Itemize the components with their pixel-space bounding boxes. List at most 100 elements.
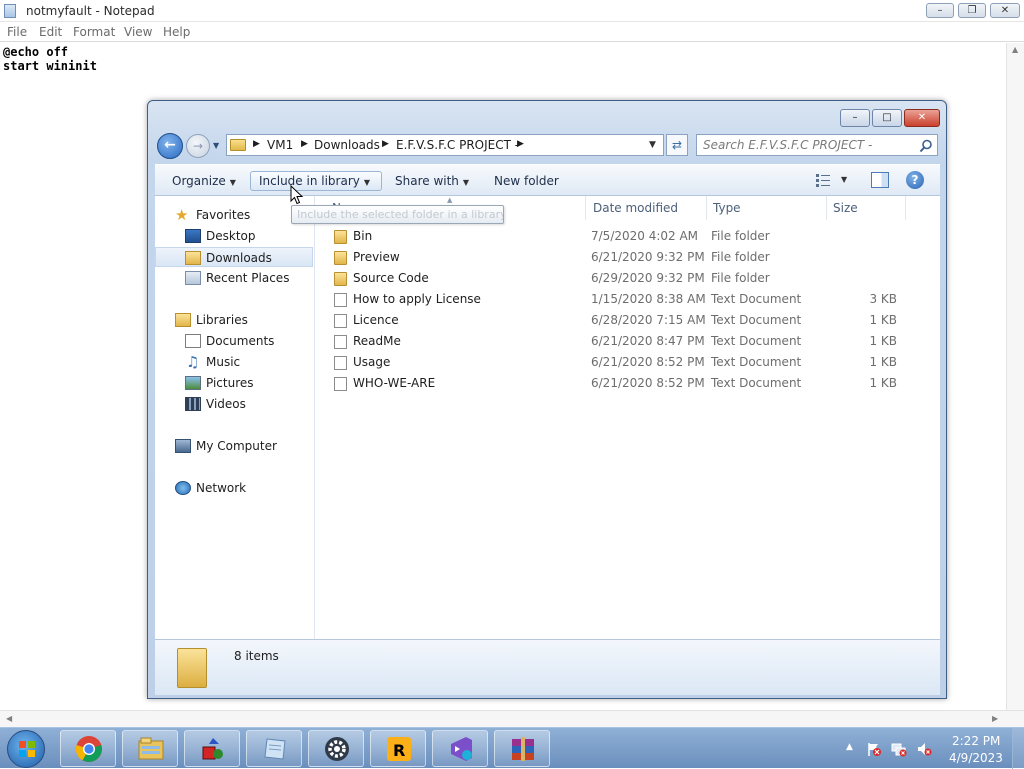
notepad-titlebar[interactable]: notmyfault - Notepad – ❐ ✕ <box>0 0 1024 22</box>
file-date-modified: 6/21/2020 8:47 PM <box>591 334 705 348</box>
organize-button[interactable]: Organize ▼ <box>164 171 244 191</box>
volume-muted-icon[interactable] <box>916 741 932 757</box>
windows-logo-icon <box>19 741 35 757</box>
recent-pages-dropdown-icon[interactable]: ▼ <box>213 141 219 150</box>
breadcrumb-current-folder[interactable]: E.F.V.S.F.C PROJECT - <box>396 138 519 152</box>
file-row[interactable]: Preview 6/21/2020 9:32 PM File folder <box>315 247 940 268</box>
column-header-date-modified[interactable]: Date modified <box>593 201 678 215</box>
forward-arrow-icon[interactable]: → <box>186 134 210 158</box>
view-options-dropdown-icon[interactable]: ▼ <box>841 175 847 184</box>
nav-label: Pictures <box>206 376 254 390</box>
nav-downloads[interactable]: Downloads <box>155 247 313 267</box>
file-row[interactable]: Source Code 6/29/2020 9:32 PM File folder <box>315 268 940 289</box>
menu-file[interactable]: File <box>7 25 27 39</box>
nav-desktop[interactable]: Desktop <box>155 226 313 246</box>
file-row[interactable]: How to apply License 1/15/2020 8:38 AM Tex… <box>315 289 940 310</box>
change-view-icon[interactable] <box>815 173 831 187</box>
menu-format[interactable]: Format <box>73 25 115 39</box>
notepad-horizontal-scrollbar[interactable]: ◀ ▶ <box>0 710 1024 727</box>
network-status-icon[interactable] <box>891 741 907 757</box>
explorer-maximize-button[interactable]: □ <box>872 109 902 127</box>
new-folder-button[interactable]: New folder <box>486 171 567 191</box>
breadcrumb-chevron-icon[interactable]: ▶ <box>517 139 524 149</box>
show-desktop-button[interactable] <box>1012 728 1024 769</box>
nav-videos[interactable]: Videos <box>155 394 313 414</box>
back-arrow-icon[interactable]: ← <box>157 133 183 159</box>
column-header-size[interactable]: Size <box>833 201 858 215</box>
column-divider[interactable] <box>905 196 906 220</box>
help-icon[interactable]: ? <box>906 171 924 189</box>
scroll-right-arrow-icon[interactable]: ▶ <box>992 714 998 723</box>
notepad-text-area[interactable]: @echo off start wininit <box>3 45 97 73</box>
clock-date[interactable]: 4/9/2023 <box>949 751 1003 765</box>
column-divider[interactable] <box>585 196 586 220</box>
breadcrumb-chevron-icon[interactable]: ▶ <box>382 139 389 149</box>
address-dropdown-icon[interactable]: ▼ <box>649 140 656 150</box>
taskbar-app-rockstar-launcher[interactable]: R <box>370 730 426 767</box>
navigation-pane: ★ Favorites Desktop Downloads Recent Pla… <box>155 196 315 639</box>
column-divider[interactable] <box>826 196 827 220</box>
taskbar-app-settings[interactable] <box>308 730 364 767</box>
file-row[interactable]: Bin 7/5/2020 4:02 AM File folder <box>315 226 940 247</box>
notepad-close-button[interactable]: ✕ <box>990 3 1020 18</box>
scroll-up-arrow-icon[interactable]: ▲ <box>1012 45 1018 54</box>
taskbar-app-winrar[interactable] <box>494 730 550 767</box>
search-box[interactable] <box>696 134 938 156</box>
nav-documents[interactable]: Documents <box>155 331 313 351</box>
file-date-modified: 6/29/2020 9:32 PM <box>591 271 705 285</box>
notepad-vertical-scrollbar[interactable]: ▲ <box>1006 43 1024 711</box>
nav-network[interactable]: Network <box>155 478 313 498</box>
notepad-restore-button[interactable]: ❐ <box>958 3 986 18</box>
file-row[interactable]: Usage 6/21/2020 8:52 PM Text Document 1 KB <box>315 352 940 373</box>
clock-time[interactable]: 2:22 PM <box>952 734 1000 748</box>
menu-help[interactable]: Help <box>163 25 190 39</box>
explorer-close-button[interactable]: ✕ <box>904 109 940 127</box>
show-hidden-icons-icon[interactable]: ▲ <box>846 742 853 752</box>
file-row[interactable]: WHO-WE-ARE 6/21/2020 8:52 PM Text Document… <box>315 373 940 394</box>
text-document-icon <box>334 293 347 307</box>
action-center-flag-icon[interactable] <box>866 741 882 757</box>
column-header-type[interactable]: Type <box>713 201 741 215</box>
taskbar-app-windows-explorer[interactable] <box>122 730 178 767</box>
breadcrumb-vm1[interactable]: VM1 <box>267 138 293 152</box>
address-bar[interactable]: ▶ VM1 ▶ Downloads ▶ E.F.V.S.F.C PROJECT … <box>226 134 664 156</box>
file-size: 3 KB <box>869 292 897 306</box>
include-in-library-button[interactable]: Include in library ▼ <box>250 171 382 191</box>
preview-pane-icon[interactable] <box>871 172 889 188</box>
file-date-modified: 6/21/2020 9:32 PM <box>591 250 705 264</box>
folder-icon <box>230 139 246 151</box>
taskbar-app-notepad[interactable] <box>246 730 302 767</box>
menu-edit[interactable]: Edit <box>39 25 62 39</box>
share-with-button[interactable]: Share with ▼ <box>387 171 477 191</box>
nav-my-computer[interactable]: My Computer <box>155 436 313 456</box>
nav-favorites[interactable]: ★ Favorites <box>155 205 313 225</box>
search-icon[interactable] <box>919 139 933 153</box>
file-row[interactable]: ReadMe 6/21/2020 8:47 PM Text Document 1 KB <box>315 331 940 352</box>
search-input[interactable] <box>703 138 909 152</box>
breadcrumb-chevron-icon[interactable]: ▶ <box>253 139 260 149</box>
notepad-minimize-button[interactable]: – <box>926 3 954 18</box>
nav-libraries[interactable]: Libraries <box>155 310 313 330</box>
breadcrumb-chevron-icon[interactable]: ▶ <box>301 139 308 149</box>
breadcrumb-downloads[interactable]: Downloads <box>314 138 380 152</box>
start-button[interactable] <box>7 730 45 768</box>
scroll-left-arrow-icon[interactable]: ◀ <box>6 714 12 723</box>
column-divider[interactable] <box>706 196 707 220</box>
file-row[interactable]: Licence 6/28/2020 7:15 AM Text Document 1 K… <box>315 310 940 331</box>
nav-recent-places[interactable]: Recent Places <box>155 268 313 288</box>
refresh-icon[interactable]: ⇄ <box>666 134 688 156</box>
nav-pictures[interactable]: Pictures <box>155 373 313 393</box>
nav-label: Network <box>196 481 247 495</box>
taskbar-app-visual-studio-installer[interactable] <box>432 730 488 767</box>
menu-view[interactable]: View <box>124 25 152 39</box>
folder-icon <box>334 251 347 265</box>
sort-ascending-icon: ▲ <box>447 196 453 204</box>
desktop-icon <box>185 229 201 243</box>
explorer-minimize-button[interactable]: – <box>840 109 870 127</box>
chevron-down-icon: ▼ <box>363 178 371 187</box>
taskbar-app-chrome[interactable] <box>60 730 116 767</box>
taskbar-app-3d-builder[interactable] <box>184 730 240 767</box>
nav-music[interactable]: ♫ Music <box>155 352 313 372</box>
text-document-icon <box>334 314 347 328</box>
chevron-down-icon: ▼ <box>462 178 470 187</box>
